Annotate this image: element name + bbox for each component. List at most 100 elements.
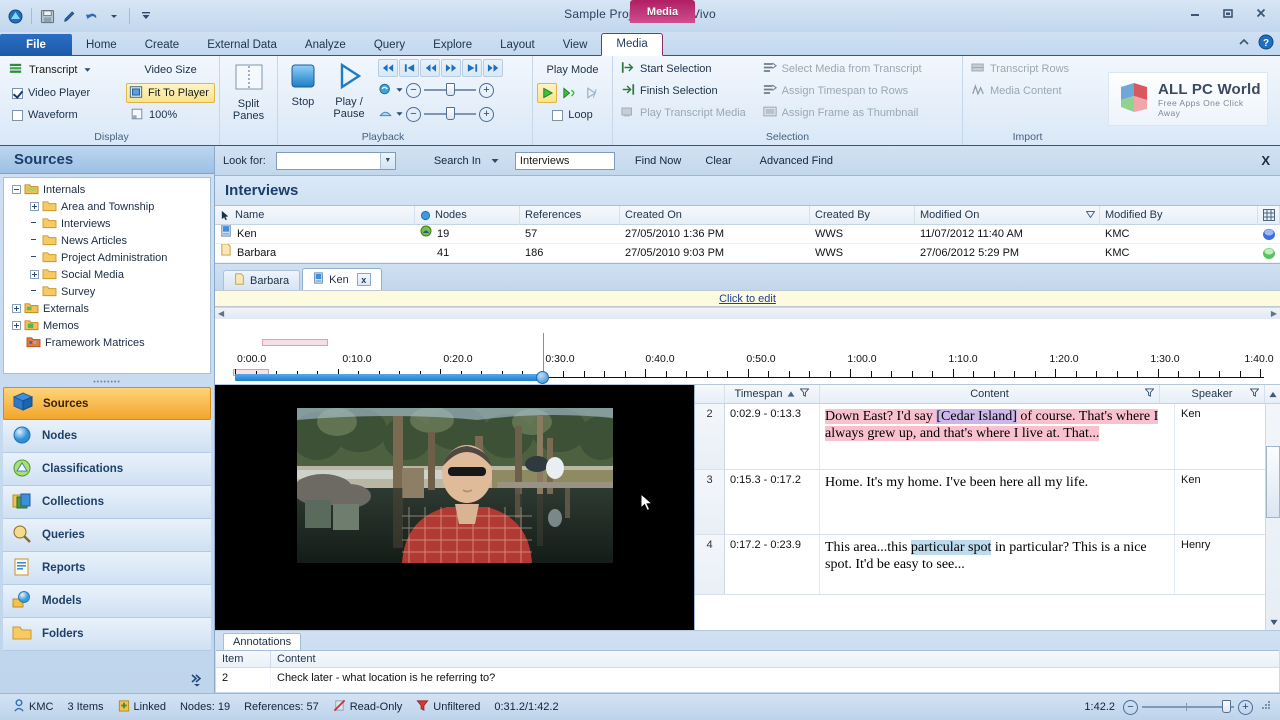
speed-increase-button[interactable]: +	[479, 106, 494, 122]
close-find-bar-button[interactable]: X	[1261, 153, 1270, 168]
tab-create[interactable]: Create	[131, 34, 194, 56]
speed-slider-track[interactable]	[424, 107, 476, 120]
tree-node-area-and-township[interactable]: Area and Township	[4, 198, 210, 215]
sidebar-item-nodes[interactable]: Nodes	[3, 420, 211, 453]
zoom-slider[interactable]: − +	[1123, 699, 1253, 715]
advanced-find-button[interactable]: Advanced Find	[760, 155, 833, 167]
finish-selection-button[interactable]: Finish Selection	[617, 81, 757, 101]
play-mode-loop-button[interactable]	[559, 83, 579, 103]
tree-node-framework-matrices[interactable]: Framework Matrices	[4, 334, 210, 351]
scroll-right-icon[interactable]: ▶	[1271, 309, 1277, 318]
column-header-name[interactable]: Name	[215, 205, 415, 225]
video-player[interactable]	[215, 385, 695, 630]
start-selection-button[interactable]: Start Selection	[617, 59, 757, 79]
help-icon[interactable]: ?	[1258, 34, 1274, 53]
tab-explore[interactable]: Explore	[419, 34, 486, 56]
column-header-created-on[interactable]: Created On	[620, 205, 810, 225]
scroll-down-button[interactable]	[1266, 615, 1280, 630]
look-for-combo[interactable]: ▼	[275, 151, 396, 170]
play-mode-normal-button[interactable]	[537, 83, 557, 103]
close-button[interactable]	[1250, 5, 1272, 21]
sidebar-item-folders[interactable]: Folders	[3, 618, 211, 651]
filter-icon[interactable]	[1144, 388, 1155, 400]
tree-node-externals[interactable]: Externals	[4, 300, 210, 317]
next-button[interactable]	[462, 59, 482, 77]
sidebar-item-sources[interactable]: Sources	[3, 387, 211, 420]
playhead-knob[interactable]	[536, 371, 549, 384]
scroll-left-icon[interactable]: ◀	[218, 309, 224, 318]
expand-toggle-icon[interactable]	[30, 202, 39, 211]
column-header-speaker[interactable]: Speaker	[1160, 385, 1265, 403]
tab-view[interactable]: View	[549, 34, 602, 56]
find-now-button[interactable]: Find Now	[635, 155, 681, 167]
tree-node-social-media[interactable]: Social Media	[4, 266, 210, 283]
resize-grip-icon[interactable]	[1261, 700, 1272, 714]
search-in-dropdown-icon[interactable]	[491, 155, 499, 167]
chevron-down-icon[interactable]	[396, 84, 403, 96]
zoom-slider-thumb[interactable]	[1222, 700, 1231, 713]
chevron-down-icon[interactable]: ▼	[379, 152, 395, 169]
cell-content[interactable]: This area...this particular spot in part…	[820, 535, 1175, 594]
split-panes-button[interactable]: Split Panes	[226, 59, 272, 122]
fit-to-player-button[interactable]: Fit To Player	[126, 83, 215, 103]
tree-node-memos[interactable]: Memos	[4, 317, 210, 334]
table-row[interactable]: Barbara 41 186 27/05/2010 9:03 PM WWS 27…	[215, 243, 1280, 263]
minimize-button[interactable]	[1184, 5, 1206, 21]
table-row[interactable]: 2 0:02.9 - 0:13.3 Down East? I'd say [Ce…	[695, 404, 1280, 470]
transcript-scrollbar[interactable]	[1265, 404, 1280, 630]
column-chooser-icon[interactable]	[1258, 205, 1280, 225]
column-header-modified-on[interactable]: Modified On	[915, 205, 1100, 225]
column-header-created-by[interactable]: Created By	[810, 205, 915, 225]
zoom-in-button[interactable]: +	[1238, 699, 1253, 715]
tree-node-internals[interactable]: Internals	[4, 181, 210, 198]
column-header-references[interactable]: References	[520, 205, 620, 225]
doc-tab-ken[interactable]: Ken x	[302, 268, 382, 290]
speed-slider-thumb[interactable]	[446, 107, 455, 120]
speed-decrease-button[interactable]: −	[406, 106, 421, 122]
column-header-modified-by[interactable]: Modified By	[1100, 205, 1258, 225]
tree-node-survey[interactable]: Survey	[4, 283, 210, 300]
video-player-checkbox[interactable]: Video Player	[8, 83, 124, 103]
media-timeline[interactable]: 0:00.0 0:10.0 0:20.0 0:30.0 0:40.0 0:50.…	[215, 307, 1280, 385]
clear-button[interactable]: Clear	[705, 155, 731, 167]
tab-layout[interactable]: Layout	[486, 34, 549, 56]
close-tab-icon[interactable]: x	[356, 273, 371, 286]
cell-content[interactable]: Down East? I'd say [Cedar Island] of cou…	[820, 404, 1175, 469]
rewind-button[interactable]	[420, 59, 440, 77]
zoom-slider-track[interactable]	[1142, 700, 1234, 713]
doc-tab-barbara[interactable]: Barbara	[223, 270, 301, 290]
column-header-content[interactable]: Content	[820, 385, 1160, 403]
search-scope-input[interactable]: Interviews	[514, 151, 615, 170]
skip-to-start-button[interactable]	[378, 59, 398, 77]
cell-content[interactable]: Home. It's my home. I've been here all m…	[820, 470, 1175, 534]
filter-icon[interactable]	[1249, 388, 1260, 400]
tab-analyze[interactable]: Analyze	[291, 34, 360, 56]
table-row[interactable]: 2 Check later - what location is he refe…	[216, 668, 1279, 688]
search-in-label[interactable]: Search In	[434, 155, 481, 167]
pane-resize-grip[interactable]: ••••••••	[0, 377, 214, 387]
nav-overflow-button[interactable]	[3, 667, 211, 693]
fast-forward-button[interactable]	[441, 59, 461, 77]
stop-button[interactable]: Stop	[282, 59, 324, 108]
tree-node-news-articles[interactable]: News Articles	[4, 232, 210, 249]
sort-ascending-icon[interactable]	[787, 388, 795, 400]
zoom-out-button[interactable]: −	[1123, 699, 1138, 715]
filter-icon[interactable]	[799, 388, 810, 400]
chevron-down-icon[interactable]	[83, 64, 91, 76]
volume-decrease-button[interactable]: −	[406, 82, 421, 98]
chevron-down-icon[interactable]	[396, 108, 403, 120]
click-to-edit-link[interactable]: Click to edit	[719, 293, 776, 305]
sidebar-item-collections[interactable]: Collections	[3, 486, 211, 519]
volume-slider-track[interactable]	[424, 83, 476, 96]
playback-progress[interactable]	[235, 374, 540, 381]
transcript-dropdown-button[interactable]: Transcript	[8, 59, 124, 81]
sidebar-item-models[interactable]: Models	[3, 585, 211, 618]
tab-external-data[interactable]: External Data	[193, 34, 291, 56]
collapse-ribbon-icon[interactable]	[1238, 37, 1250, 50]
volume-increase-button[interactable]: +	[479, 82, 494, 98]
volume-slider-thumb[interactable]	[446, 83, 455, 96]
waveform-checkbox[interactable]: Waveform	[8, 105, 124, 125]
previous-button[interactable]	[399, 59, 419, 77]
skip-to-end-button[interactable]	[483, 59, 503, 77]
tab-media[interactable]: Media	[601, 33, 663, 56]
